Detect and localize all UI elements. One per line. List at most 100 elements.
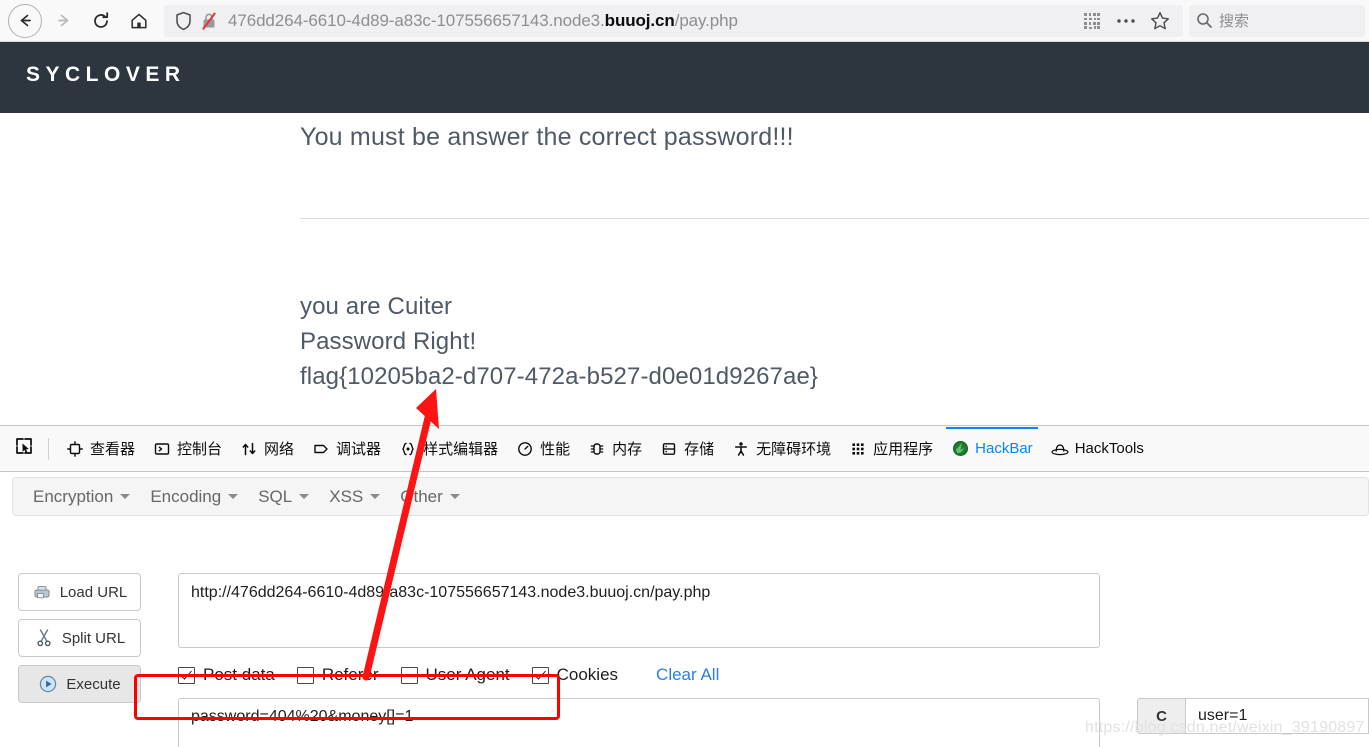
memory-icon bbox=[588, 441, 606, 457]
element-picker-button[interactable] bbox=[8, 433, 40, 465]
search-input[interactable]: 搜索 bbox=[1219, 10, 1249, 31]
devtools-tab-performance[interactable]: 性能 bbox=[507, 427, 579, 471]
search-box[interactable]: 搜索 bbox=[1189, 4, 1365, 37]
hacktools-icon bbox=[1051, 442, 1069, 456]
application-icon bbox=[849, 441, 867, 457]
load-url-button[interactable]: Load URL bbox=[18, 573, 141, 611]
devtools-tab-label: 存储 bbox=[684, 441, 715, 458]
forward-arrow-icon bbox=[54, 11, 73, 30]
watermark-text: https://blog.csdn.net/weixin_39190897 bbox=[1085, 719, 1365, 736]
shield-icon[interactable] bbox=[170, 11, 196, 31]
back-arrow-icon bbox=[16, 11, 35, 30]
hackbar-icon bbox=[951, 440, 969, 457]
checkbox-box-icon[interactable] bbox=[178, 666, 195, 684]
devtools-tab-debugger[interactable]: 调试器 bbox=[303, 427, 390, 471]
qr-code-icon[interactable] bbox=[1075, 6, 1109, 36]
devtools-tab-storage[interactable]: 存储 bbox=[651, 427, 723, 471]
hackbar-button-label: Execute bbox=[66, 675, 121, 693]
checkbox-user-agent[interactable]: User Agent bbox=[400, 665, 510, 685]
chevron-down-icon bbox=[120, 494, 131, 499]
reload-icon bbox=[91, 11, 111, 31]
devtools-tab-network[interactable]: 网络 bbox=[231, 427, 303, 471]
hackbar-url-input[interactable]: http://476dd264-6610-4d89-a83c-107556657… bbox=[178, 573, 1100, 648]
devtools-tab-label: HackBar bbox=[975, 440, 1033, 457]
checkbox-label: User Agent bbox=[425, 665, 510, 684]
play-icon bbox=[38, 675, 58, 693]
split-url-button[interactable]: Split URL bbox=[18, 619, 141, 657]
devtools-tab-accessibility[interactable]: 无障碍环境 bbox=[723, 427, 840, 471]
devtools-tab-application[interactable]: 应用程序 bbox=[840, 427, 942, 471]
password-prompt-message: You must be answer the correct password!… bbox=[300, 123, 794, 151]
hackbar-menu-sql[interactable]: SQL bbox=[248, 483, 319, 511]
address-bar-actions bbox=[1075, 6, 1177, 36]
checkbox-cookies[interactable]: Cookies bbox=[531, 665, 619, 685]
search-icon bbox=[1189, 12, 1219, 29]
hackbar-options-row: Post data Referer User Agent Cookies Cle… bbox=[178, 662, 719, 688]
devtools-tab-label: 应用程序 bbox=[873, 441, 934, 458]
style-editor-icon bbox=[399, 441, 417, 457]
execute-button[interactable]: Execute bbox=[18, 665, 141, 703]
address-bar-text[interactable]: 476dd264-6610-4d89-a83c-107556657143.nod… bbox=[222, 11, 1075, 31]
checkbox-referer[interactable]: Referer bbox=[296, 665, 379, 685]
load-url-icon bbox=[32, 585, 52, 600]
result-line-user: you are Cuiter bbox=[300, 293, 453, 320]
reload-button[interactable] bbox=[84, 4, 118, 38]
broken-lock-icon[interactable] bbox=[196, 11, 222, 31]
devtools-tab-label: 查看器 bbox=[90, 441, 136, 458]
content-divider bbox=[300, 218, 1369, 219]
hackbar-menu-xss[interactable]: XSS bbox=[319, 483, 390, 511]
checkbox-label: Cookies bbox=[556, 665, 619, 684]
inspector-icon bbox=[66, 440, 84, 457]
clear-all-link[interactable]: Clear All bbox=[656, 665, 719, 685]
devtools-tab-style-editor[interactable]: 样式编辑器 bbox=[390, 427, 507, 471]
hackbar-button-column: Load URL Split URL Execute bbox=[18, 573, 141, 711]
element-picker-icon bbox=[14, 436, 34, 461]
checkbox-box-icon[interactable] bbox=[296, 666, 314, 684]
hackbar-menu-label: Encryption bbox=[33, 486, 114, 506]
hackbar-menu-label: Other bbox=[400, 486, 443, 506]
home-button[interactable] bbox=[122, 4, 156, 38]
result-output: you are Cuiter Password Right! flag{1020… bbox=[300, 289, 818, 394]
accessibility-icon bbox=[732, 441, 750, 457]
devtools-tab-hacktools[interactable]: HackTools bbox=[1042, 427, 1153, 471]
site-header: SYCLOVER bbox=[0, 42, 1369, 113]
storage-icon bbox=[660, 441, 678, 457]
checkbox-box-icon[interactable] bbox=[400, 666, 418, 684]
performance-icon bbox=[516, 441, 534, 457]
hackbar-panel: Encryption Encoding SQL XSS Other Load U… bbox=[0, 472, 1369, 747]
chevron-down-icon bbox=[370, 494, 381, 499]
result-line-status: Password Right! bbox=[300, 328, 477, 355]
more-dots-icon[interactable] bbox=[1109, 6, 1143, 36]
result-line-flag: flag{10205ba2-d707-472a-b527-d0e01d9267a… bbox=[300, 363, 819, 390]
chevron-down-icon bbox=[449, 494, 460, 499]
hackbar-menu-encryption[interactable]: Encryption bbox=[23, 483, 140, 511]
page-content: You must be answer the correct password!… bbox=[0, 113, 1369, 403]
browser-toolbar: 476dd264-6610-4d89-a83c-107556657143.nod… bbox=[0, 0, 1369, 42]
hackbar-post-data-input[interactable]: password=404%20&money[]=1 bbox=[178, 698, 1100, 747]
devtools-tab-console[interactable]: 控制台 bbox=[144, 427, 231, 471]
home-icon bbox=[129, 11, 149, 31]
devtools-tab-label: 控制台 bbox=[177, 441, 223, 458]
forward-button[interactable] bbox=[46, 4, 80, 38]
url-domain: buuoj.cn bbox=[604, 10, 675, 30]
hackbar-menu-label: Encoding bbox=[150, 486, 222, 506]
hackbar-menu-other[interactable]: Other bbox=[390, 483, 470, 511]
devtools-tab-inspector[interactable]: 查看器 bbox=[57, 427, 144, 471]
hackbar-menu-encoding[interactable]: Encoding bbox=[140, 483, 248, 511]
star-icon[interactable] bbox=[1143, 6, 1177, 36]
checkbox-label: Post data bbox=[203, 665, 275, 684]
chevron-down-icon bbox=[299, 494, 310, 499]
toolbar-separator bbox=[48, 437, 49, 460]
devtools-tab-memory[interactable]: 内存 bbox=[579, 427, 651, 471]
devtools-tab-label: 性能 bbox=[540, 441, 571, 458]
devtools-tab-label: 网络 bbox=[264, 441, 295, 458]
address-bar[interactable]: 476dd264-6610-4d89-a83c-107556657143.nod… bbox=[164, 4, 1183, 37]
devtools-tab-label: 样式编辑器 bbox=[423, 441, 499, 458]
checkbox-box-icon[interactable] bbox=[531, 666, 549, 684]
chevron-down-icon bbox=[228, 494, 239, 499]
hackbar-menu-label: SQL bbox=[258, 486, 293, 506]
devtools-tab-hackbar[interactable]: HackBar bbox=[942, 426, 1042, 471]
debugger-icon bbox=[312, 441, 330, 457]
checkbox-post-data[interactable]: Post data bbox=[178, 665, 275, 685]
back-button[interactable] bbox=[8, 3, 42, 38]
